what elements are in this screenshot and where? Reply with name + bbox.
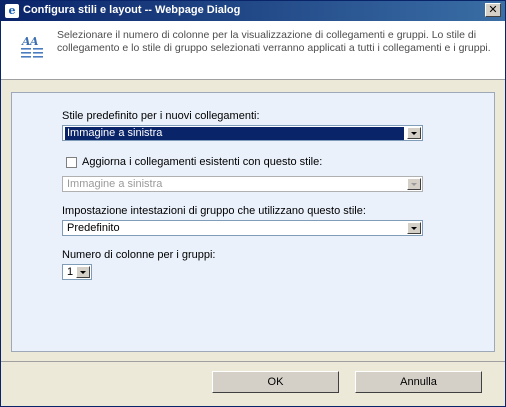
- title-bar[interactable]: e Configura stili e layout -- Webpage Di…: [1, 1, 505, 21]
- footer-divider: [1, 361, 505, 362]
- layout-icon: A A: [20, 34, 44, 62]
- default-style-select[interactable]: Immagine a sinistra: [62, 125, 423, 141]
- group-heading-label: Impostazione intestazioni di gruppo che …: [62, 205, 366, 217]
- update-existing-value: Immagine a sinistra: [67, 178, 163, 190]
- chevron-down-icon[interactable]: [407, 127, 421, 139]
- ok-button[interactable]: OK: [212, 371, 339, 393]
- group-heading-select[interactable]: Predefinito: [62, 220, 423, 236]
- cancel-button[interactable]: Annulla: [355, 371, 482, 393]
- dialog-description: Selezionare il numero di colonne per la …: [57, 29, 491, 54]
- close-button[interactable]: ✕: [485, 3, 501, 17]
- columns-value: 1: [67, 266, 74, 278]
- chevron-down-icon[interactable]: [76, 266, 90, 278]
- window-title: Configura stili e layout -- Webpage Dial…: [23, 4, 241, 16]
- update-existing-label: Aggiorna i collegamenti esistenti con qu…: [82, 156, 323, 168]
- dialog-header: A A Selezionare il numero di colonne per…: [1, 21, 505, 80]
- default-style-label: Stile predefinito per i nuovi collegamen…: [62, 110, 260, 122]
- chevron-down-icon: [407, 178, 421, 190]
- columns-label: Numero di colonne per i gruppi:: [62, 249, 216, 261]
- dialog-window: e Configura stili e layout -- Webpage Di…: [0, 0, 506, 407]
- ie-icon: e: [5, 4, 19, 18]
- group-heading-value: Predefinito: [67, 222, 120, 234]
- default-style-value: Immagine a sinistra: [65, 127, 404, 140]
- chevron-down-icon[interactable]: [407, 222, 421, 234]
- update-existing-select: Immagine a sinistra: [62, 176, 423, 192]
- settings-panel: Stile predefinito per i nuovi collegamen…: [11, 92, 495, 352]
- update-existing-checkbox[interactable]: [66, 157, 77, 168]
- columns-select[interactable]: 1: [62, 264, 92, 280]
- svg-text:A: A: [29, 35, 39, 48]
